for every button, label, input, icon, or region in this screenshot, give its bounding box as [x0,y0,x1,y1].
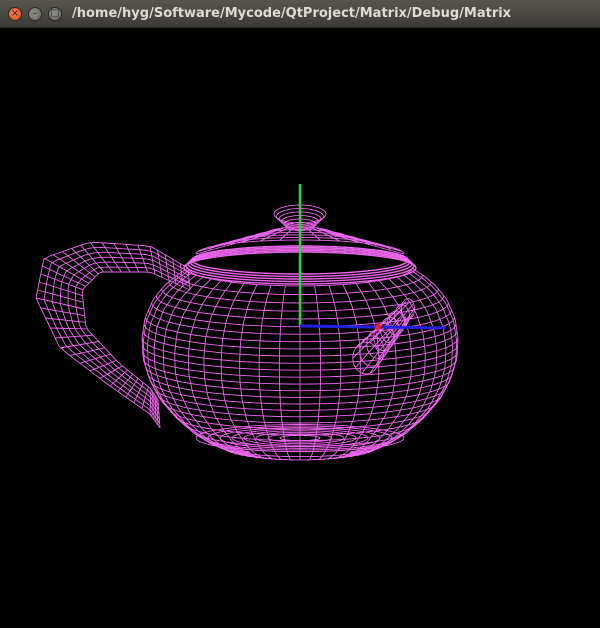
close-icon: × [10,8,20,19]
gl-viewport[interactable] [0,28,600,628]
maximize-button[interactable]: □ [48,7,62,21]
mesh-line [40,307,85,317]
mesh-line [164,254,170,281]
mesh-line [154,395,157,423]
mesh-line [157,250,163,278]
mesh-line [45,317,86,323]
teapot-wireframe-icon [35,204,459,461]
close-button[interactable]: × [8,7,22,21]
mesh-line [172,259,177,284]
window-title: /home/hyg/Software/Mycode/QtProject/Matr… [72,6,512,21]
mesh-line [43,257,89,284]
x-axis-line [299,324,447,330]
mesh-line [69,347,105,357]
app-window: × – □ /home/hyg/Software/Mycode/QtProjec… [0,0,600,628]
mesh-line [376,313,414,368]
mesh-line [141,386,149,409]
mesh-line [125,378,139,398]
minimize-button[interactable]: – [28,7,42,21]
scene-canvas [35,184,459,461]
mesh-line [89,359,117,372]
origin-marker-icon [375,324,381,330]
maximize-icon: □ [50,8,60,19]
minimize-icon: – [32,8,38,19]
title-bar[interactable]: × – □ /home/hyg/Software/Mycode/QtProjec… [0,0,600,28]
